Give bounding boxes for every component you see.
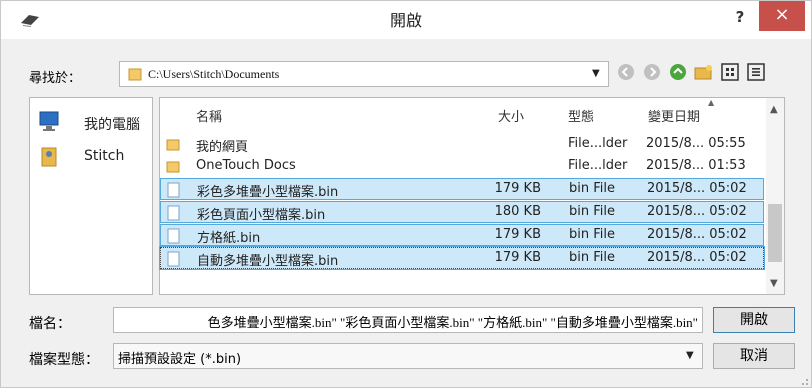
look-in-path: C:\Users\Stitch\Documents (148, 67, 280, 81)
file-row[interactable]: OneTouch Docs File...lder 2015/8... 01:5… (160, 156, 764, 178)
resize-grip-icon[interactable] (799, 375, 809, 385)
vertical-scrollbar[interactable]: ▲ ▼ (766, 98, 784, 294)
file-row[interactable]: 彩色多堆疊小型檔案.bin 179 KB bin File 2015/8... … (160, 178, 764, 200)
filetype-value: 掃描預設設定 (*.bin) (118, 352, 242, 367)
filetype-label: 檔案型態： (29, 352, 99, 368)
folder-icon (166, 137, 180, 153)
column-header-modified[interactable]: 變更日期 (648, 106, 700, 125)
places-panel: 我的電腦 Stitch (29, 97, 153, 295)
file-icon (167, 205, 181, 221)
computer-icon (38, 110, 62, 134)
file-name: OneTouch Docs (196, 158, 296, 173)
file-modified: 2015/8... 01:53 (646, 158, 746, 173)
file-row[interactable]: 彩色頁面小型檔案.bin 180 KB bin File 2015/8... 0… (160, 201, 764, 223)
view-grid-icon[interactable] (719, 63, 741, 85)
sort-up-icon: ▲ (708, 98, 715, 107)
place-stitch[interactable]: Stitch (36, 142, 148, 176)
window-title: 開啟 (389, 11, 422, 30)
file-modified: 2015/8... 05:02 (647, 227, 747, 242)
title-bar: 開啟 ? × (1, 1, 811, 39)
file-name: 彩色多堆疊小型檔案.bin (197, 185, 339, 200)
open-button[interactable]: 開啟 (713, 307, 795, 333)
look-in-combo[interactable]: C:\Users\Stitch\Documents ▼ (119, 61, 609, 87)
file-icon (167, 251, 181, 267)
filename-label: 檔名： (29, 316, 71, 332)
file-type: File...lder (568, 136, 628, 151)
file-modified: 2015/8... 05:02 (647, 250, 747, 265)
file-size: 179 KB (494, 227, 541, 242)
file-icon (167, 182, 181, 198)
file-name: 自動多堆疊小型檔案.bin (197, 254, 339, 269)
back-icon[interactable] (615, 63, 637, 85)
file-row[interactable]: 我的網頁 File...lder 2015/8... 05:55 (160, 134, 764, 156)
chevron-down-icon[interactable]: ▼ (686, 350, 694, 361)
file-type: bin File (569, 250, 615, 265)
file-type: File...lder (568, 158, 628, 173)
file-modified: 2015/8... 05:02 (647, 181, 747, 196)
scrollbar-thumb[interactable] (768, 204, 782, 262)
folder-icon (166, 159, 180, 175)
scroll-down-icon[interactable]: ▼ (770, 278, 778, 289)
file-row[interactable]: 方格紙.bin 179 KB bin File 2015/8... 05:02 (160, 224, 764, 246)
file-modified: 2015/8... 05:02 (647, 204, 747, 219)
file-row[interactable]: 自動多堆疊小型檔案.bin 179 KB bin File 2015/8... … (159, 246, 765, 270)
file-type: bin File (569, 227, 615, 242)
file-name: 方格紙.bin (197, 231, 261, 246)
up-folder-icon[interactable] (667, 63, 689, 85)
scroll-up-icon[interactable]: ▲ (770, 104, 778, 115)
file-modified: 2015/8... 05:55 (646, 136, 746, 151)
file-name: 彩色頁面小型檔案.bin (197, 208, 326, 223)
view-details-icon[interactable] (745, 63, 767, 85)
filename-value: 色多堆疊小型檔案.bin" "彩色頁面小型檔案.bin" "方格紙.bin" "… (207, 315, 698, 330)
file-icon (167, 228, 181, 244)
help-button[interactable]: ? (726, 5, 754, 29)
file-size: 179 KB (494, 181, 541, 196)
file-size: 180 KB (494, 204, 541, 219)
forward-icon[interactable] (641, 63, 663, 85)
look-in-label: 尋找於： (29, 71, 82, 86)
folder-icon (128, 67, 142, 81)
filename-input[interactable]: 色多堆疊小型檔案.bin" "彩色頁面小型檔案.bin" "方格紙.bin" "… (113, 307, 703, 333)
column-header-size[interactable]: 大小 (498, 106, 524, 125)
scanner-app-icon (19, 9, 41, 29)
close-button[interactable]: × (759, 1, 805, 31)
place-my-computer[interactable]: 我的電腦 (36, 108, 148, 142)
user-folder-icon (38, 144, 62, 168)
filetype-select[interactable]: 掃描預設設定 (*.bin) ▼ (113, 343, 703, 369)
file-type: bin File (569, 181, 615, 196)
column-header-type[interactable]: 型態 (568, 106, 594, 125)
place-label: Stitch (84, 148, 125, 164)
chevron-down-icon[interactable]: ▼ (592, 68, 600, 79)
new-folder-icon[interactable] (693, 63, 715, 85)
file-name: 我的網頁 (196, 140, 249, 155)
column-header-modified-label: 變更日期 (648, 110, 701, 125)
column-header-name[interactable]: 名稱 (196, 106, 222, 125)
place-label: 我的電腦 (84, 117, 140, 133)
cancel-button[interactable]: 取消 (713, 343, 795, 369)
file-type: bin File (569, 204, 615, 219)
file-list: 名稱 大小 型態 變更日期 ▲ 我的網頁 File...lder 2015/8.… (159, 97, 785, 295)
open-dialog: 開啟 ? × 尋找於： C:\Users\Stitch\Documents ▼ … (0, 0, 812, 388)
file-size: 179 KB (494, 250, 541, 265)
